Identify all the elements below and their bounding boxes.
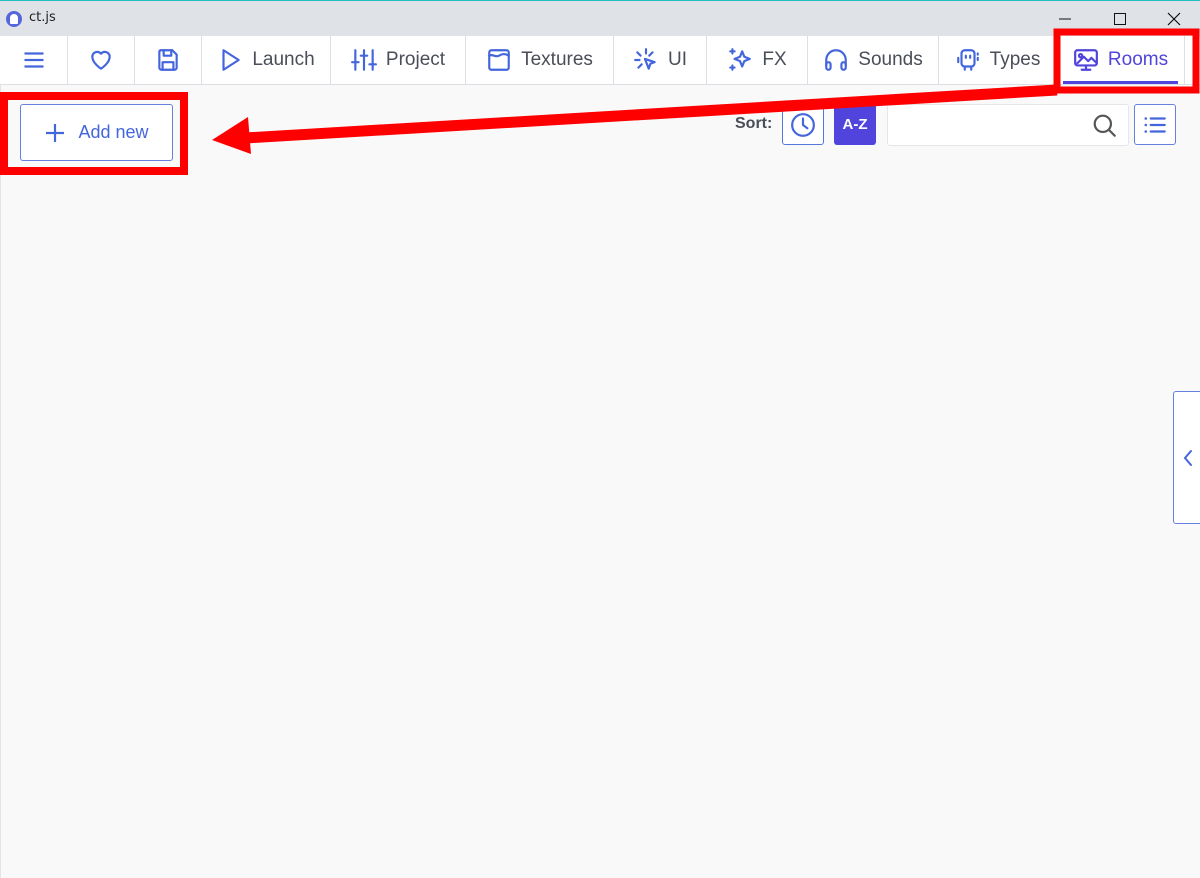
maximize-button[interactable] xyxy=(1105,5,1135,33)
sidebar-toggle-button[interactable] xyxy=(1173,391,1200,524)
list-icon xyxy=(1144,116,1166,133)
close-icon xyxy=(1167,12,1181,26)
sort-by-name-button[interactable]: A-Z xyxy=(834,104,876,145)
main-nav: Launch Project Textures UI FX Sounds Typ… xyxy=(0,36,1200,85)
tab-label: Project xyxy=(385,49,446,70)
play-icon xyxy=(222,49,241,71)
tab-label: FX xyxy=(762,49,787,70)
tab-label: Types xyxy=(989,49,1041,70)
rooms-panel xyxy=(0,85,1200,878)
close-button[interactable] xyxy=(1159,5,1189,33)
tab-textures[interactable]: Textures xyxy=(466,36,614,84)
minimize-icon xyxy=(1059,18,1071,20)
tab-sounds[interactable]: Sounds xyxy=(808,36,939,84)
robot-icon xyxy=(956,49,979,71)
tab-save[interactable] xyxy=(135,36,202,84)
tab-label: Sounds xyxy=(858,49,923,70)
tab-fx[interactable]: FX xyxy=(707,36,808,84)
search-input[interactable] xyxy=(896,113,1086,137)
texture-icon xyxy=(488,49,510,71)
search-icon xyxy=(1093,114,1116,137)
maximize-icon xyxy=(1114,13,1126,25)
hamburger-icon xyxy=(23,52,44,68)
title-bar: ct.js xyxy=(0,0,1200,36)
heart-icon xyxy=(91,50,111,70)
search-field[interactable] xyxy=(887,104,1129,146)
sort-by-date-button[interactable] xyxy=(782,104,824,145)
app-logo-icon xyxy=(6,11,22,27)
plus-icon xyxy=(46,123,65,142)
tab-rooms[interactable]: Rooms xyxy=(1057,36,1185,84)
add-new-label: Add new xyxy=(78,122,149,142)
monitor-image-icon xyxy=(1073,49,1098,71)
tab-label: Launch xyxy=(252,49,315,70)
headphones-icon xyxy=(825,49,848,71)
add-new-button[interactable]: Add new xyxy=(20,104,173,161)
sort-label: Sort: xyxy=(735,115,773,132)
tab-types[interactable]: Types xyxy=(939,36,1057,84)
sparkles-icon xyxy=(729,48,752,71)
view-mode-button[interactable] xyxy=(1134,104,1176,145)
window-title: ct.js xyxy=(29,10,56,25)
tab-project[interactable]: Project xyxy=(331,36,466,84)
chevron-left-icon xyxy=(1183,449,1192,466)
tab-menu[interactable] xyxy=(0,36,68,84)
minimize-button[interactable] xyxy=(1050,5,1080,33)
save-icon xyxy=(158,49,178,71)
cursor-click-icon xyxy=(634,48,656,70)
tab-launch[interactable]: Launch xyxy=(202,36,331,84)
tab-patrons[interactable] xyxy=(68,36,135,84)
tab-label: Rooms xyxy=(1107,49,1169,70)
tab-ui[interactable]: UI xyxy=(614,36,707,84)
sliders-icon xyxy=(350,49,377,71)
tab-label: Textures xyxy=(521,49,593,70)
clock-icon xyxy=(791,112,815,137)
tab-label: UI xyxy=(668,49,687,70)
